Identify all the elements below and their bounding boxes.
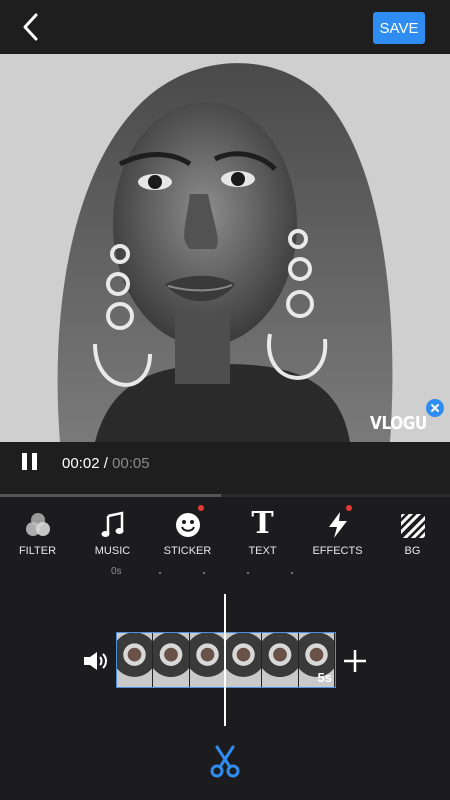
tool-effects[interactable]: EFFECTS	[300, 497, 375, 559]
scissors-icon[interactable]	[208, 745, 242, 779]
playback-bar: 00:02 / 00:05	[0, 442, 450, 494]
total-time: 00:05	[112, 455, 150, 472]
tool-bar: FILTER MUSIC STICKER T TEXT EFFECTS BG	[0, 497, 450, 559]
watermark-close-button[interactable]	[426, 399, 444, 417]
playhead[interactable]	[224, 594, 226, 726]
clip-thumbnail	[153, 633, 190, 687]
filter-icon	[25, 513, 50, 536]
smiley-sticker-icon	[175, 513, 200, 537]
pause-button[interactable]	[22, 453, 42, 473]
tool-label: BG	[404, 545, 421, 557]
clip-thumbnail	[225, 633, 263, 687]
close-icon	[431, 404, 439, 412]
tool-text[interactable]: T TEXT	[225, 497, 300, 559]
back-arrow-icon[interactable]	[14, 10, 50, 44]
music-note-icon	[101, 511, 123, 537]
portrait-image	[0, 54, 450, 442]
clip-duration: 5s	[317, 670, 332, 685]
ruler-start-label: 0s	[111, 566, 122, 577]
top-bar: SAVE	[0, 0, 450, 54]
new-badge	[198, 505, 204, 511]
clip-thumbnail	[262, 633, 299, 687]
ruler-tick	[247, 572, 249, 574]
video-preview[interactable]: VLOGU	[0, 54, 450, 442]
tool-label: EFFECTS	[312, 545, 363, 557]
clip-thumbnail	[189, 633, 226, 687]
save-button[interactable]: SAVE	[373, 12, 425, 44]
tool-label: TEXT	[248, 545, 277, 557]
tool-label: STICKER	[163, 545, 212, 557]
current-time: 00:02	[62, 455, 100, 472]
plus-icon[interactable]	[342, 648, 368, 674]
video-clip-strip[interactable]: 5s	[116, 632, 336, 688]
new-badge	[346, 505, 352, 511]
time-separator: /	[99, 455, 113, 472]
clip-thumbnail	[117, 633, 154, 687]
ruler-tick	[203, 572, 205, 574]
volume-icon[interactable]	[82, 650, 110, 672]
tool-music[interactable]: MUSIC	[75, 497, 150, 559]
timeline-ruler: 0s	[0, 562, 450, 582]
pause-icon	[22, 453, 27, 470]
tool-filter[interactable]: FILTER	[0, 497, 75, 559]
time-display: 00:02 / 00:05	[62, 455, 150, 472]
text-icon: T	[251, 506, 274, 541]
ruler-tick	[159, 572, 161, 574]
ruler-tick	[291, 572, 293, 574]
tool-label: FILTER	[18, 545, 57, 557]
tool-label: MUSIC	[94, 545, 131, 557]
timeline: 5s	[0, 582, 450, 732]
tool-bg[interactable]: BG	[375, 497, 450, 559]
tool-sticker[interactable]: STICKER	[150, 497, 225, 559]
lightning-effects-icon	[328, 512, 347, 538]
stripes-background-icon	[400, 514, 425, 538]
watermark-label: VLOGU	[370, 413, 427, 434]
